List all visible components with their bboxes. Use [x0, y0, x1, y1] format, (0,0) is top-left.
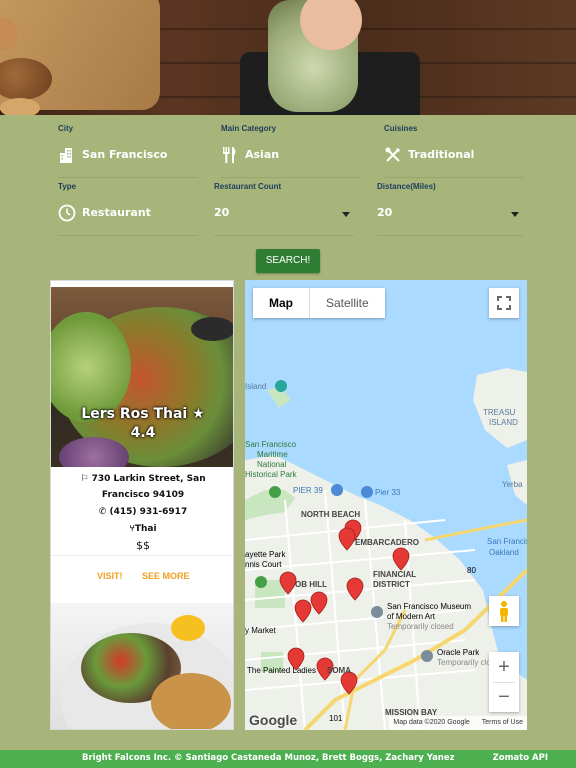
- city-icon: [60, 148, 72, 163]
- utensils-icon: [223, 147, 236, 163]
- fullscreen-icon: [497, 296, 511, 310]
- street-view-button[interactable]: [489, 596, 519, 626]
- main-category-label: Main Category: [221, 124, 277, 133]
- main-category-field[interactable]: Main Category Asian: [221, 124, 361, 178]
- cuisines-label: Cuisines: [384, 124, 418, 133]
- map-label: National: [257, 460, 287, 469]
- map-label: TREASU: [483, 408, 516, 417]
- map-label: ayette Park: [245, 550, 286, 559]
- map-label: 101: [329, 714, 343, 723]
- see-more-link[interactable]: SEE MORE: [142, 571, 190, 581]
- phone-text: (415) 931-6917: [109, 507, 188, 517]
- cuisine-text: Thai: [134, 524, 157, 534]
- map-label: PIER 39: [293, 486, 323, 495]
- map-label: DISTRICT: [373, 580, 410, 589]
- star-icon: ★: [192, 406, 205, 422]
- restaurant-card: Lers Ros Thai ★ 4.4 ⚐ 730 Larkin Street,…: [50, 280, 234, 730]
- type-label: Type: [58, 182, 77, 191]
- cutlery-cross-icon: [385, 147, 400, 162]
- restaurant-count-select[interactable]: Restaurant Count 20: [214, 182, 354, 236]
- map-label: Pier 33: [375, 488, 401, 497]
- terms-link[interactable]: Terms of Use: [482, 719, 523, 726]
- map-type-control: Map Satellite: [253, 288, 385, 318]
- cuisines-value: Traditional: [408, 148, 475, 161]
- map-label: Island: [245, 382, 267, 391]
- zoom-in-button[interactable]: +: [489, 652, 519, 682]
- distance-value: 20: [377, 206, 393, 219]
- map-label: San Francisco: [245, 440, 297, 449]
- map-label: Yerba: [502, 480, 523, 489]
- cuisines-field[interactable]: Cuisines Traditional: [384, 124, 524, 178]
- satellite-tab[interactable]: Satellite: [310, 288, 385, 318]
- restaurant-price: $$: [136, 539, 150, 552]
- chevron-down-icon: [511, 212, 519, 217]
- map-label: Maritime: [257, 450, 288, 459]
- map-label: San Francisco Museum: [387, 602, 472, 611]
- map-label: Temporarily closed: [387, 622, 454, 631]
- chevron-down-icon: [342, 212, 350, 217]
- divider: [51, 555, 233, 556]
- footer: Bright Falcons Inc. © Santiago Castaneda…: [0, 750, 576, 768]
- main-category-value: Asian: [245, 148, 280, 161]
- google-logo: Google: [249, 712, 298, 728]
- city-label: City: [58, 124, 74, 133]
- phone-icon: ✆: [98, 507, 107, 517]
- next-restaurant-photo: [51, 603, 233, 729]
- map-label: Oakland: [489, 548, 519, 557]
- hero-banner-image: [0, 0, 576, 115]
- restaurant-cuisine: ⑂Thai: [51, 521, 233, 537]
- footer-api-link[interactable]: Zomato API: [493, 753, 548, 763]
- footer-credits: Bright Falcons Inc. © Santiago Castaneda…: [82, 753, 455, 763]
- map-attribution: Map data ©2020 Google Terms of Use: [389, 716, 527, 730]
- map-label: Historical Park: [245, 470, 297, 479]
- distance-label: Distance(Miles): [377, 182, 436, 191]
- restaurant-title: Lers Ros Thai ★ 4.4: [51, 405, 233, 443]
- map-label: 80: [467, 566, 476, 575]
- visit-link[interactable]: VISIT!: [97, 571, 123, 581]
- search-button[interactable]: SEARCH!: [256, 249, 320, 273]
- restaurant-count-label: Restaurant Count: [214, 182, 282, 191]
- city-value: San Francisco: [82, 148, 168, 161]
- restaurant-phone: ✆ (415) 931-6917: [51, 504, 233, 520]
- clock-icon: [58, 204, 76, 222]
- map-label: Oracle Park: [437, 648, 480, 657]
- type-value: Restaurant: [82, 206, 151, 219]
- city-field[interactable]: City San Francisco: [58, 124, 198, 178]
- map-label: FINANCIAL: [373, 570, 417, 579]
- pegman-icon: [500, 601, 508, 622]
- restaurant-address: ⚐ 730 Larkin Street, San Francisco 94109: [51, 471, 233, 503]
- map-label: ISLAND: [489, 418, 518, 427]
- map-label: San Francisco-: [487, 537, 527, 546]
- zoom-control: + −: [489, 652, 519, 712]
- map-tab[interactable]: Map: [253, 288, 310, 318]
- map-data-notice: Map data ©2020 Google: [393, 719, 470, 726]
- restaurant-name: Lers Ros Thai: [81, 406, 188, 422]
- map-label: nnis Court: [245, 560, 282, 569]
- type-field[interactable]: Type Restaurant: [58, 182, 198, 236]
- map-label: The Painted Ladies: [247, 666, 316, 675]
- map-label: EMBARCADERO: [355, 538, 419, 547]
- restaurant-count-value: 20: [214, 206, 230, 219]
- map-label: NORTH BEACH: [301, 510, 361, 519]
- address-text: 730 Larkin Street, San Francisco 94109: [91, 474, 206, 500]
- map-label: of Modern Art: [387, 612, 436, 621]
- map-marker-icon: ⚐: [80, 474, 89, 484]
- distance-select[interactable]: Distance(Miles) 20: [377, 182, 523, 236]
- zoom-out-button[interactable]: −: [489, 682, 519, 712]
- google-map[interactable]: Island TREASU ISLAND San Francisco Marit…: [245, 280, 527, 730]
- restaurant-rating: 4.4: [130, 425, 156, 441]
- fullscreen-button[interactable]: [489, 288, 519, 318]
- map-label: y Market: [245, 626, 276, 635]
- map-label: OB HILL: [295, 580, 327, 589]
- map-label: SOMA: [327, 666, 351, 675]
